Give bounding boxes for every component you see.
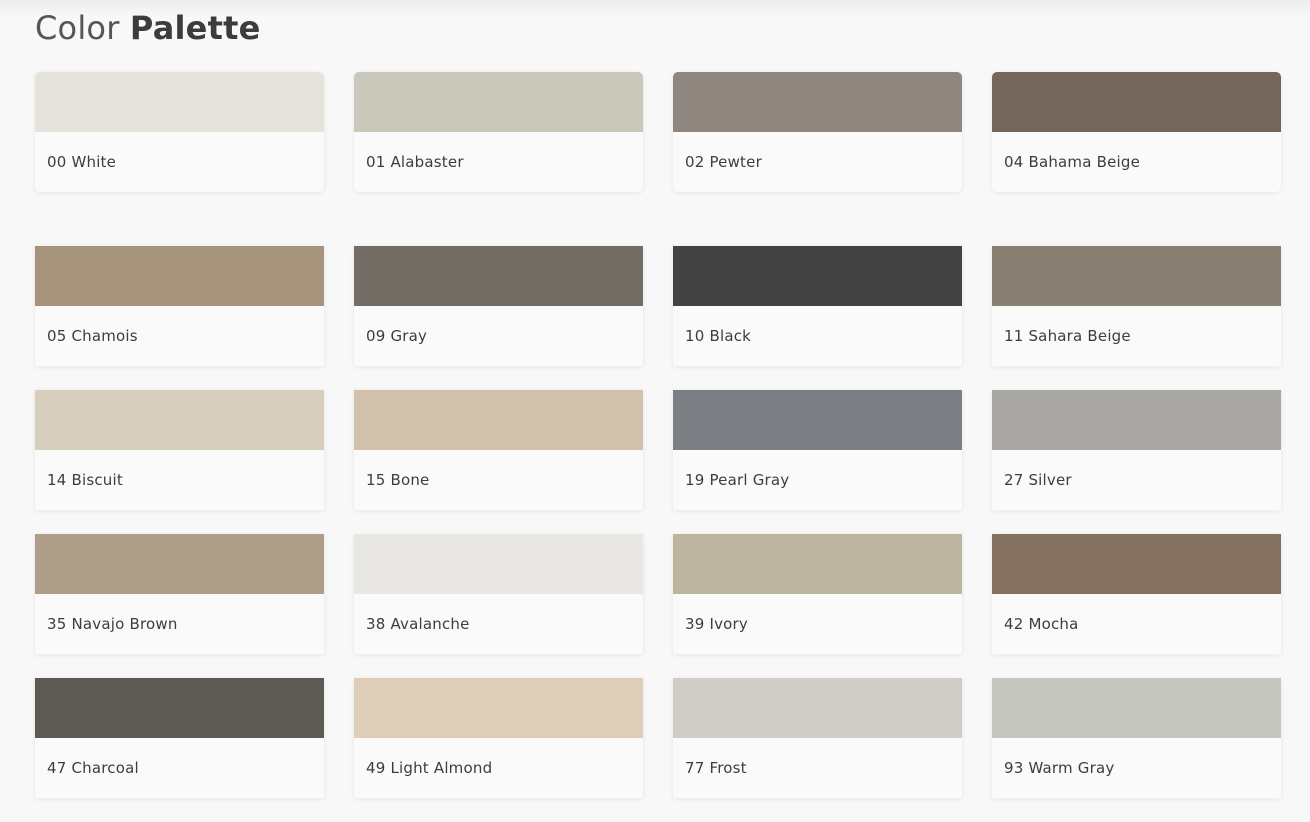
color-swatch [673, 246, 962, 306]
color-label: 14 Biscuit [47, 471, 123, 489]
color-swatch [354, 246, 643, 306]
color-label: 38 Avalanche [366, 615, 470, 633]
color-card-39-ivory[interactable]: 39 Ivory [673, 534, 962, 654]
color-swatch [35, 72, 324, 132]
color-swatch [992, 534, 1281, 594]
color-label: 49 Light Almond [366, 759, 493, 777]
page-title: Color Palette [35, 8, 260, 48]
color-label: 04 Bahama Beige [1004, 153, 1141, 171]
color-card-35-navajo-brown[interactable]: 35 Navajo Brown [35, 534, 324, 654]
color-card-15-bone[interactable]: 15 Bone [354, 390, 643, 510]
color-label: 00 White [47, 153, 117, 171]
color-card-04-bahama-beige[interactable]: 04 Bahama Beige [992, 72, 1281, 192]
color-label: 93 Warm Gray [1004, 759, 1115, 777]
color-label: 01 Alabaster [366, 153, 464, 171]
color-swatch [354, 72, 643, 132]
palette-row: 05 Chamois 09 Gray 10 Black 11 Sahara Be… [35, 246, 1281, 366]
color-label: 77 Frost [685, 759, 747, 777]
color-label: 35 Navajo Brown [47, 615, 178, 633]
color-swatch [35, 390, 324, 450]
color-swatch [673, 678, 962, 738]
color-card-11-sahara-beige[interactable]: 11 Sahara Beige [992, 246, 1281, 366]
color-label: 05 Chamois [47, 327, 138, 345]
color-label: 10 Black [685, 327, 752, 345]
color-swatch [673, 390, 962, 450]
color-swatch [992, 246, 1281, 306]
color-card-01-alabaster[interactable]: 01 Alabaster [354, 72, 643, 192]
color-swatch [673, 534, 962, 594]
color-card-05-chamois[interactable]: 05 Chamois [35, 246, 324, 366]
color-label: 02 Pewter [685, 153, 762, 171]
color-label: 42 Mocha [1004, 615, 1079, 633]
color-card-00-white[interactable]: 00 White [35, 72, 324, 192]
color-card-27-silver[interactable]: 27 Silver [992, 390, 1281, 510]
color-swatch [354, 678, 643, 738]
color-swatch [992, 390, 1281, 450]
color-label: 39 Ivory [685, 615, 748, 633]
color-card-77-frost[interactable]: 77 Frost [673, 678, 962, 798]
color-card-09-gray[interactable]: 09 Gray [354, 246, 643, 366]
color-card-49-light-almond[interactable]: 49 Light Almond [354, 678, 643, 798]
color-card-47-charcoal[interactable]: 47 Charcoal [35, 678, 324, 798]
palette-row: 47 Charcoal 49 Light Almond 77 Frost 93 … [35, 678, 1281, 798]
color-swatch [35, 678, 324, 738]
color-label: 11 Sahara Beige [1004, 327, 1131, 345]
color-swatch [35, 534, 324, 594]
color-label: 27 Silver [1004, 471, 1072, 489]
color-swatch [992, 72, 1281, 132]
color-card-38-avalanche[interactable]: 38 Avalanche [354, 534, 643, 654]
color-swatch [354, 534, 643, 594]
color-palette-grid: 00 White 01 Alabaster 02 Pewter 04 Baham… [35, 72, 1281, 822]
page-title-bold: Palette [129, 9, 261, 47]
color-label: 15 Bone [366, 471, 430, 489]
color-card-10-black[interactable]: 10 Black [673, 246, 962, 366]
page-title-light: Color [35, 9, 120, 47]
color-card-19-pearl-gray[interactable]: 19 Pearl Gray [673, 390, 962, 510]
color-label: 47 Charcoal [47, 759, 139, 777]
color-swatch [673, 72, 962, 132]
color-swatch [992, 678, 1281, 738]
color-card-42-mocha[interactable]: 42 Mocha [992, 534, 1281, 654]
palette-row: 35 Navajo Brown 38 Avalanche 39 Ivory 42… [35, 534, 1281, 654]
color-card-14-biscuit[interactable]: 14 Biscuit [35, 390, 324, 510]
color-label: 09 Gray [366, 327, 428, 345]
color-swatch [354, 390, 643, 450]
palette-row: 14 Biscuit 15 Bone 19 Pearl Gray 27 Silv… [35, 390, 1281, 510]
color-card-93-warm-gray[interactable]: 93 Warm Gray [992, 678, 1281, 798]
color-label: 19 Pearl Gray [685, 471, 790, 489]
color-swatch [35, 246, 324, 306]
palette-row: 00 White 01 Alabaster 02 Pewter 04 Baham… [35, 72, 1281, 192]
color-card-02-pewter[interactable]: 02 Pewter [673, 72, 962, 192]
